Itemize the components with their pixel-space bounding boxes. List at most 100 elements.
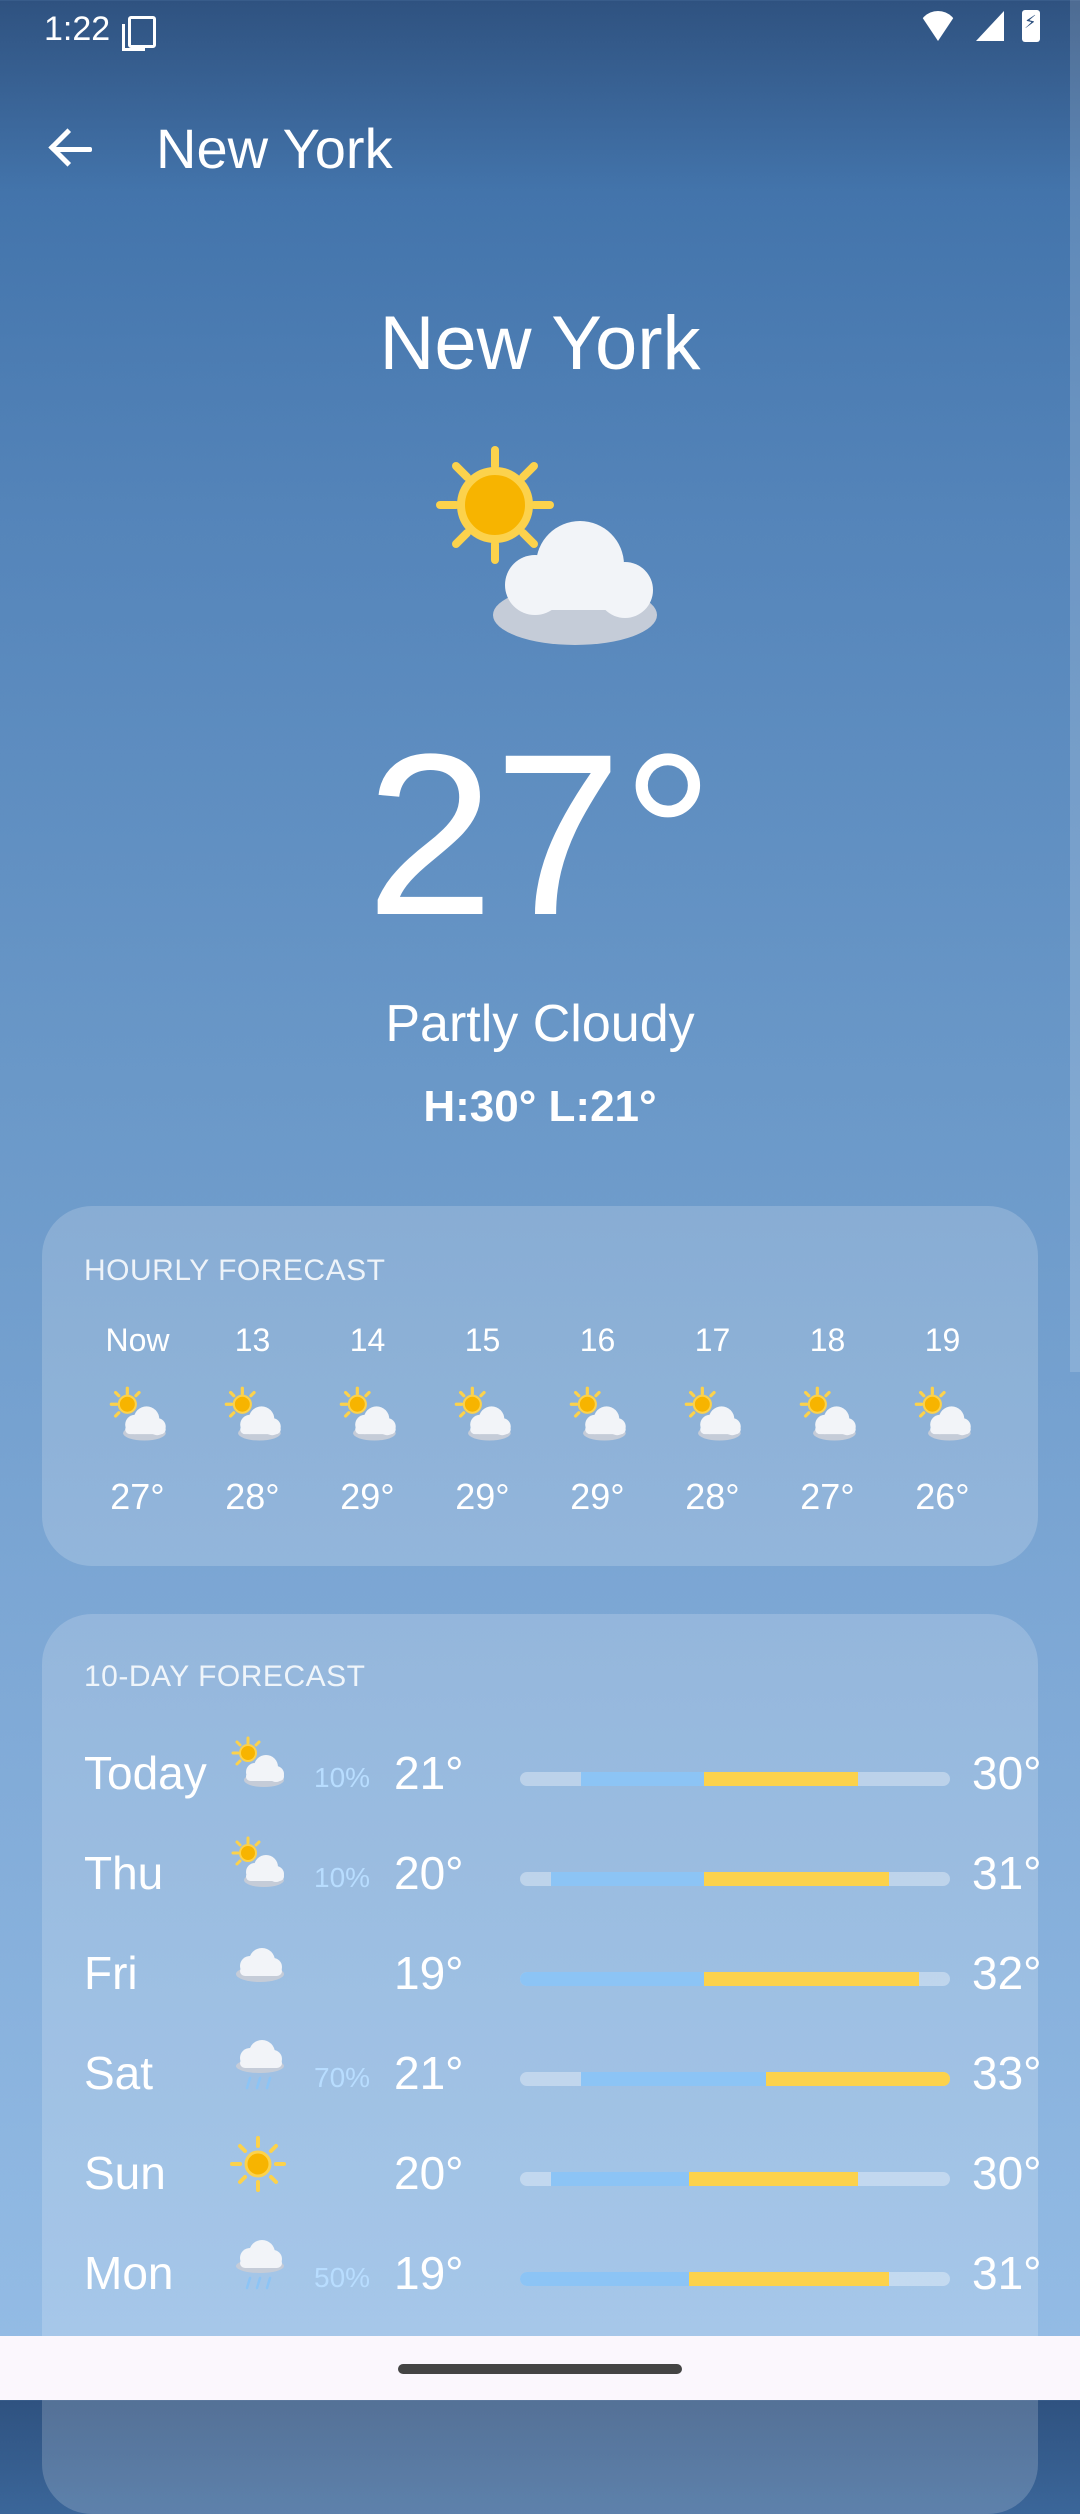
range-cool-segment <box>550 1872 705 1886</box>
hourly-temp: 29° <box>570 1476 625 1517</box>
hourly-temp: 29° <box>455 1476 510 1517</box>
range-warm-segment <box>765 2072 950 2086</box>
daily-high: 33° <box>972 2047 1042 2099</box>
daily-row[interactable]: Sat 70% 21° 33° <box>84 2024 1042 2124</box>
hourly-time: 15 <box>464 1322 501 1358</box>
rain-icon <box>228 2234 288 2294</box>
cloud-icon <box>228 1934 288 1994</box>
range-cool-segment <box>520 2272 689 2286</box>
range-cool-segment <box>581 1772 705 1786</box>
range-warm-segment <box>704 1772 858 1786</box>
current-city: New York <box>379 301 701 386</box>
daily-row[interactable]: Sun 20° 30° <box>84 2124 1042 2224</box>
daily-day-name: Fri <box>84 1947 138 1999</box>
daily-low: 19° <box>394 2247 464 2299</box>
temperature-range-bar <box>520 2072 950 2086</box>
daily-high: 31° <box>972 2247 1042 2299</box>
daily-day-name: Sun <box>84 2147 166 2199</box>
hourly-temp: 27° <box>800 1476 855 1517</box>
hourly-time: 16 <box>579 1322 616 1358</box>
partly-cloudy-icon <box>540 1376 655 1456</box>
daily-high: 31° <box>972 1847 1042 1899</box>
current-temperature: 27° <box>366 706 714 963</box>
range-warm-segment <box>688 2172 858 2186</box>
daily-precipitation: 70% <box>314 2062 371 2093</box>
hourly-forecast-card[interactable]: HOURLY FORECAST Now 27° 13 28° 14 29° 15… <box>42 1206 1038 1566</box>
hourly-list[interactable]: Now 27° 13 28° 14 29° 15 29° 16 29° 17 2… <box>80 1322 1000 1518</box>
partly-cloudy-icon <box>228 1834 288 1894</box>
daily-row[interactable]: Today 10% 21° 30° <box>84 1724 1042 1824</box>
temperature-range-bar <box>520 1872 950 1886</box>
hourly-item: 19 26° <box>885 1322 1000 1518</box>
daily-low: 20° <box>394 2147 464 2199</box>
daily-low: 21° <box>394 2047 464 2099</box>
sun-icon <box>228 2134 288 2194</box>
battery-charging-icon <box>1022 10 1040 42</box>
hourly-item: 13 28° <box>195 1322 310 1518</box>
partly-cloudy-icon <box>80 1376 195 1456</box>
hourly-time: 17 <box>694 1322 731 1358</box>
daily-high: 30° <box>972 2147 1042 2199</box>
partly-cloudy-icon <box>770 1376 885 1456</box>
app-bar-title: New York <box>156 117 393 180</box>
range-warm-segment <box>704 1972 920 1986</box>
hourly-time: 13 <box>234 1322 271 1358</box>
hourly-item: 15 29° <box>425 1322 540 1518</box>
rain-icon <box>228 2034 288 2094</box>
hourly-item: 16 29° <box>540 1322 655 1518</box>
partly-cloudy-icon <box>195 1376 310 1456</box>
partly-cloudy-icon <box>425 1376 540 1456</box>
high-low-temperature: H:30° L:21° <box>423 1082 657 1131</box>
hourly-item: 18 27° <box>770 1322 885 1518</box>
daily-day-name: Mon <box>84 2247 174 2299</box>
app-bar: New York <box>0 100 1080 200</box>
daily-high: 32° <box>972 1947 1042 1999</box>
navigation-bar <box>0 2336 1080 2400</box>
status-bar: 1:22 <box>0 0 1080 60</box>
range-cool-segment <box>550 2172 689 2186</box>
scrollbar <box>1070 0 1080 1372</box>
hourly-item: 14 29° <box>310 1322 425 1518</box>
hourly-time: 19 <box>924 1322 961 1358</box>
daily-precipitation: 50% <box>314 2262 371 2293</box>
hourly-time: 14 <box>349 1322 386 1358</box>
partly-cloudy-icon <box>228 1734 288 1794</box>
hourly-item: 17 28° <box>655 1322 770 1518</box>
hourly-temp: 27° <box>110 1476 165 1517</box>
hourly-temp: 29° <box>340 1476 395 1517</box>
daily-day-name: Sat <box>84 2047 154 2099</box>
daily-row[interactable]: Fri 19° 32° <box>84 1924 1042 2024</box>
temperature-range-bar <box>520 1972 950 1986</box>
wifi-icon <box>918 11 958 41</box>
temperature-range-bar <box>520 1772 950 1786</box>
partly-cloudy-icon <box>436 446 657 645</box>
status-time: 1:22 <box>44 10 111 48</box>
daily-low: 21° <box>394 1747 464 1799</box>
partly-cloudy-icon <box>310 1376 425 1456</box>
daily-high: 30° <box>972 1747 1042 1799</box>
daily-list[interactable]: Today 10% 21° 30° Thu 10% 20° 31° Fri 19… <box>84 1724 1042 2324</box>
range-cool-segment <box>520 1972 705 1986</box>
daily-low: 20° <box>394 1847 464 1899</box>
range-warm-segment <box>688 2272 889 2286</box>
partly-cloudy-icon <box>885 1376 1000 1456</box>
cell-signal-icon <box>976 11 1004 41</box>
daily-row[interactable]: Thu 10% 20° 31° <box>84 1824 1042 1924</box>
current-condition: Partly Cloudy <box>385 995 695 1053</box>
hourly-temp: 28° <box>685 1476 740 1517</box>
daily-day-name: Today <box>84 1747 207 1799</box>
back-arrow-icon[interactable] <box>44 120 104 180</box>
temperature-range-bar <box>520 2272 950 2286</box>
daily-day-name: Thu <box>84 1847 164 1899</box>
sim-card-icon <box>122 16 156 51</box>
hourly-time: 18 <box>809 1322 846 1358</box>
daily-precipitation: 10% <box>314 1762 371 1793</box>
daily-low: 19° <box>394 1947 464 1999</box>
hourly-forecast-heading: HOURLY FORECAST <box>84 1254 386 1287</box>
daily-row[interactable]: Mon 50% 19° 31° <box>84 2224 1042 2324</box>
hourly-item: Now 27° <box>80 1322 195 1518</box>
home-gesture-handle[interactable] <box>398 2364 682 2374</box>
temperature-range-bar <box>520 2172 950 2186</box>
daily-precipitation: 10% <box>314 1862 371 1893</box>
hourly-temp: 28° <box>225 1476 280 1517</box>
